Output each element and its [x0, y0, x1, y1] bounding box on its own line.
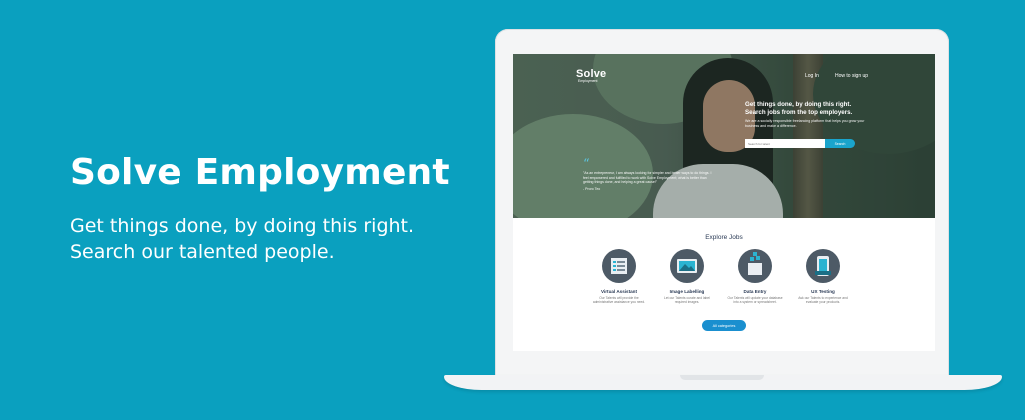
job-title: Virtual Assistant [601, 289, 637, 294]
job-description: Ask our Talents to experience and evalua… [798, 296, 848, 304]
job-description: Our Talents will provide the administrat… [592, 296, 646, 304]
job-title: Image Labelling [669, 289, 705, 294]
search-input[interactable] [745, 139, 825, 148]
job-card[interactable]: Data Entry Our Talents will update your … [721, 249, 789, 304]
banner-title: Solve Employment [70, 152, 450, 193]
search-bar: Search [745, 139, 855, 148]
job-title: UX Testing [811, 289, 835, 294]
checklist-icon [602, 249, 636, 283]
job-description: Let our Talents curate and label require… [664, 296, 710, 304]
hero-heading-line1: Get things done, by doing this right. [745, 101, 852, 108]
all-categories-button[interactable]: All categories [702, 320, 746, 331]
hero-heading-line2: Search jobs from the top employers. [745, 109, 853, 116]
hero-cta: Get things done, by doing this right. Se… [745, 101, 925, 129]
job-card[interactable]: Image Labelling Let our Talents curate a… [653, 249, 721, 304]
mobile-test-icon [806, 249, 840, 283]
site-logo[interactable]: Solve Employment [576, 68, 606, 83]
testimonial-text: "As an entrepreneur, I am always looking… [583, 171, 712, 184]
banner-subtitle-line1: Get things done, by doing this right. [70, 215, 415, 237]
website-hero: Solve Employment Log In How to sign up G… [513, 54, 935, 218]
explore-jobs-title: Explore Jobs [705, 234, 743, 241]
quote-mark-icon: “ [583, 157, 590, 172]
job-card[interactable]: UX Testing Ask our Talents to experience… [789, 249, 857, 304]
banner-subtitle-line2: Search our talented people. [70, 241, 335, 263]
image-icon [670, 249, 704, 283]
laptop-screen: Solve Employment Log In How to sign up G… [513, 54, 935, 351]
data-box-icon [738, 249, 772, 283]
job-categories: Virtual Assistant Our Talents will provi… [585, 249, 857, 304]
job-description: Our Talents will update your database in… [727, 296, 783, 304]
job-title: Data Entry [743, 289, 767, 294]
search-button[interactable]: Search [825, 139, 855, 148]
job-card[interactable]: Virtual Assistant Our Talents will provi… [585, 249, 653, 304]
banner-text: Solve Employment Get things done, by doi… [70, 152, 450, 265]
testimonial-author: - Proro Teo [583, 186, 601, 191]
testimonial: “ "As an entrepreneur, I am always looki… [583, 157, 718, 191]
laptop-notch [680, 375, 764, 380]
nav-signup-link[interactable]: How to sign up [835, 73, 868, 79]
banner-subtitle: Get things done, by doing this right. Se… [70, 213, 450, 265]
nav-login-link[interactable]: Log In [805, 73, 819, 79]
hero-body: We are a socially responsible freelancin… [745, 119, 865, 128]
